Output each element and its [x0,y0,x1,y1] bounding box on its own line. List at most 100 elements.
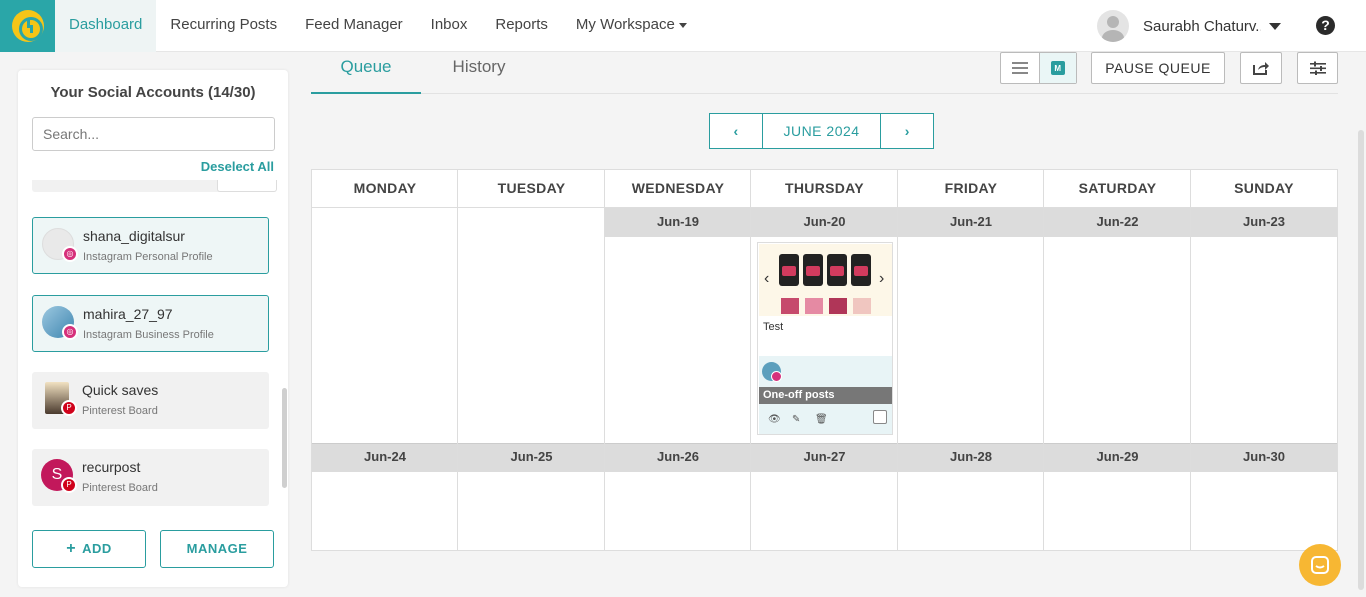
nav-reports[interactable]: Reports [481,0,562,52]
list-view-button[interactable] [1001,53,1039,83]
social-accounts-title: Your Social Accounts (14/30) [50,84,256,101]
chevron-left-icon[interactable]: ‹ [764,270,769,288]
tab-queue[interactable]: Queue [311,52,421,94]
current-month-label[interactable]: JUNE 2024 [761,114,882,148]
deselect-all-link[interactable]: Deselect All [201,159,274,174]
column-divider [1043,170,1044,550]
date-jun-24: Jun-24 [364,449,406,464]
account-name: recurpost [82,459,141,475]
account-type: Pinterest Board [82,405,158,417]
date-jun-29: Jun-29 [1096,449,1139,464]
filter-settings-button[interactable] [1297,52,1338,84]
chevron-right-icon: › [904,123,910,139]
weekday-wednesday: WEDNESDAY [631,180,725,196]
sliders-icon [1309,61,1326,75]
nav-my-workspace-label: My Workspace [575,16,675,33]
caret-down-icon [1269,22,1281,30]
pinterest-icon: P [61,477,77,493]
column-divider [457,170,458,550]
nav-feed-manager[interactable]: Feed Manager [291,0,417,52]
instagram-icon: ◎ [62,324,78,340]
account-item-mahira[interactable]: ◎ mahira_27_97 Instagram Business Profil… [32,295,269,352]
main-nav: Dashboard Recurring Posts Feed Manager I… [55,0,701,52]
column-divider [750,170,751,550]
help-icon[interactable]: ? [1316,16,1335,35]
sidebar-scrollbar[interactable] [282,388,287,488]
edit-icon[interactable]: ✎ [792,414,800,425]
add-account-label: ADD [82,541,112,556]
post-image-thumbnail [803,254,823,286]
post-text: Test [763,321,784,333]
account-search-input[interactable] [32,117,275,151]
post-image-thumbnail [851,254,871,286]
prev-month-button[interactable]: ‹ [710,114,762,148]
social-accounts-panel: Your Social Accounts (14/30) Deselect Al… [18,70,288,587]
account-name: mahira_27_97 [83,306,173,322]
column-divider [1190,170,1191,550]
weekday-sunday: SUNDAY [1234,180,1294,196]
column-divider [604,170,605,550]
instagram-icon [771,371,782,382]
share-icon [1253,62,1269,75]
plus-icon: + [66,540,77,557]
account-list[interactable]: ◎ shana_digitalsur Instagram Personal Pr… [18,180,288,520]
calendar-view-button[interactable]: M [1038,53,1076,83]
account-type: Pinterest Board [82,482,158,494]
account-name: shana_digitalsur [83,228,185,244]
chat-support-button[interactable] [1299,544,1341,586]
post-select-checkbox[interactable] [873,410,887,424]
month-navigator: ‹ JUNE 2024 › [709,113,934,149]
eye-icon[interactable]: 👁 [768,414,781,425]
partial-account-item [32,180,277,192]
column-divider [897,170,898,550]
nav-recurring-posts[interactable]: Recurring Posts [156,0,291,52]
scheduled-post-card[interactable]: ‹ › Test One-off posts 👁 ✎ 🗑 [757,242,893,435]
trash-icon[interactable]: 🗑 [815,414,828,425]
share-export-button[interactable] [1240,52,1282,84]
user-avatar-icon [1097,10,1129,42]
post-footer: One-off posts 👁 ✎ 🗑 [759,356,892,434]
pause-queue-button[interactable]: PAUSE QUEUE [1091,52,1225,84]
date-jun-20: Jun-20 [803,214,846,229]
pinterest-icon: P [61,400,77,416]
post-image-thumbnail [829,298,847,314]
date-jun-25: Jun-25 [510,449,553,464]
weekday-friday: FRIDAY [944,180,998,196]
weekday-monday: MONDAY [353,180,417,196]
weekday-thursday: THURSDAY [785,180,864,196]
chat-icon [1311,556,1329,574]
nav-inbox[interactable]: Inbox [417,0,482,52]
account-item-shana-digitalsur[interactable]: ◎ shana_digitalsur Instagram Personal Pr… [32,217,269,274]
instagram-icon: ◎ [62,246,78,262]
post-image-thumbnail [779,254,799,286]
nav-my-workspace[interactable]: My Workspace [562,0,701,52]
recurpost-logo[interactable] [0,0,55,52]
next-month-button[interactable]: › [881,114,933,148]
date-jun-21: Jun-21 [950,214,992,229]
partial-account-button [217,180,277,192]
add-account-button[interactable]: + ADD [32,530,146,568]
post-image-thumbnail [853,298,871,314]
date-jun-23: Jun-23 [1243,214,1285,229]
date-jun-19: Jun-19 [657,214,699,229]
manage-accounts-button[interactable]: MANAGE [160,530,274,568]
list-icon [1011,62,1028,74]
chevron-left-icon: ‹ [733,123,739,139]
top-navbar: Dashboard Recurring Posts Feed Manager I… [0,0,1366,52]
weekday-tuesday: TUESDAY [497,180,566,196]
post-image-thumbnail [781,298,799,314]
post-category-label: One-off posts [759,387,892,404]
date-jun-22: Jun-22 [1096,214,1139,229]
tab-history[interactable]: History [421,52,537,94]
account-item-quick-saves[interactable]: P Quick saves Pinterest Board [32,372,269,429]
date-jun-27: Jun-27 [803,449,846,464]
nav-dashboard[interactable]: Dashboard [55,0,157,52]
account-item-recurpost[interactable]: S P recurpost Pinterest Board [32,449,269,506]
post-image-carousel[interactable]: ‹ › [759,244,892,316]
user-menu[interactable]: Saurabh Chaturv... [1097,10,1281,42]
view-toggle: M [1000,52,1077,84]
user-name: Saurabh Chaturv... [1143,17,1261,35]
chevron-right-icon[interactable]: › [879,270,884,288]
page-scrollbar[interactable] [1358,130,1364,590]
date-jun-28: Jun-28 [950,449,992,464]
